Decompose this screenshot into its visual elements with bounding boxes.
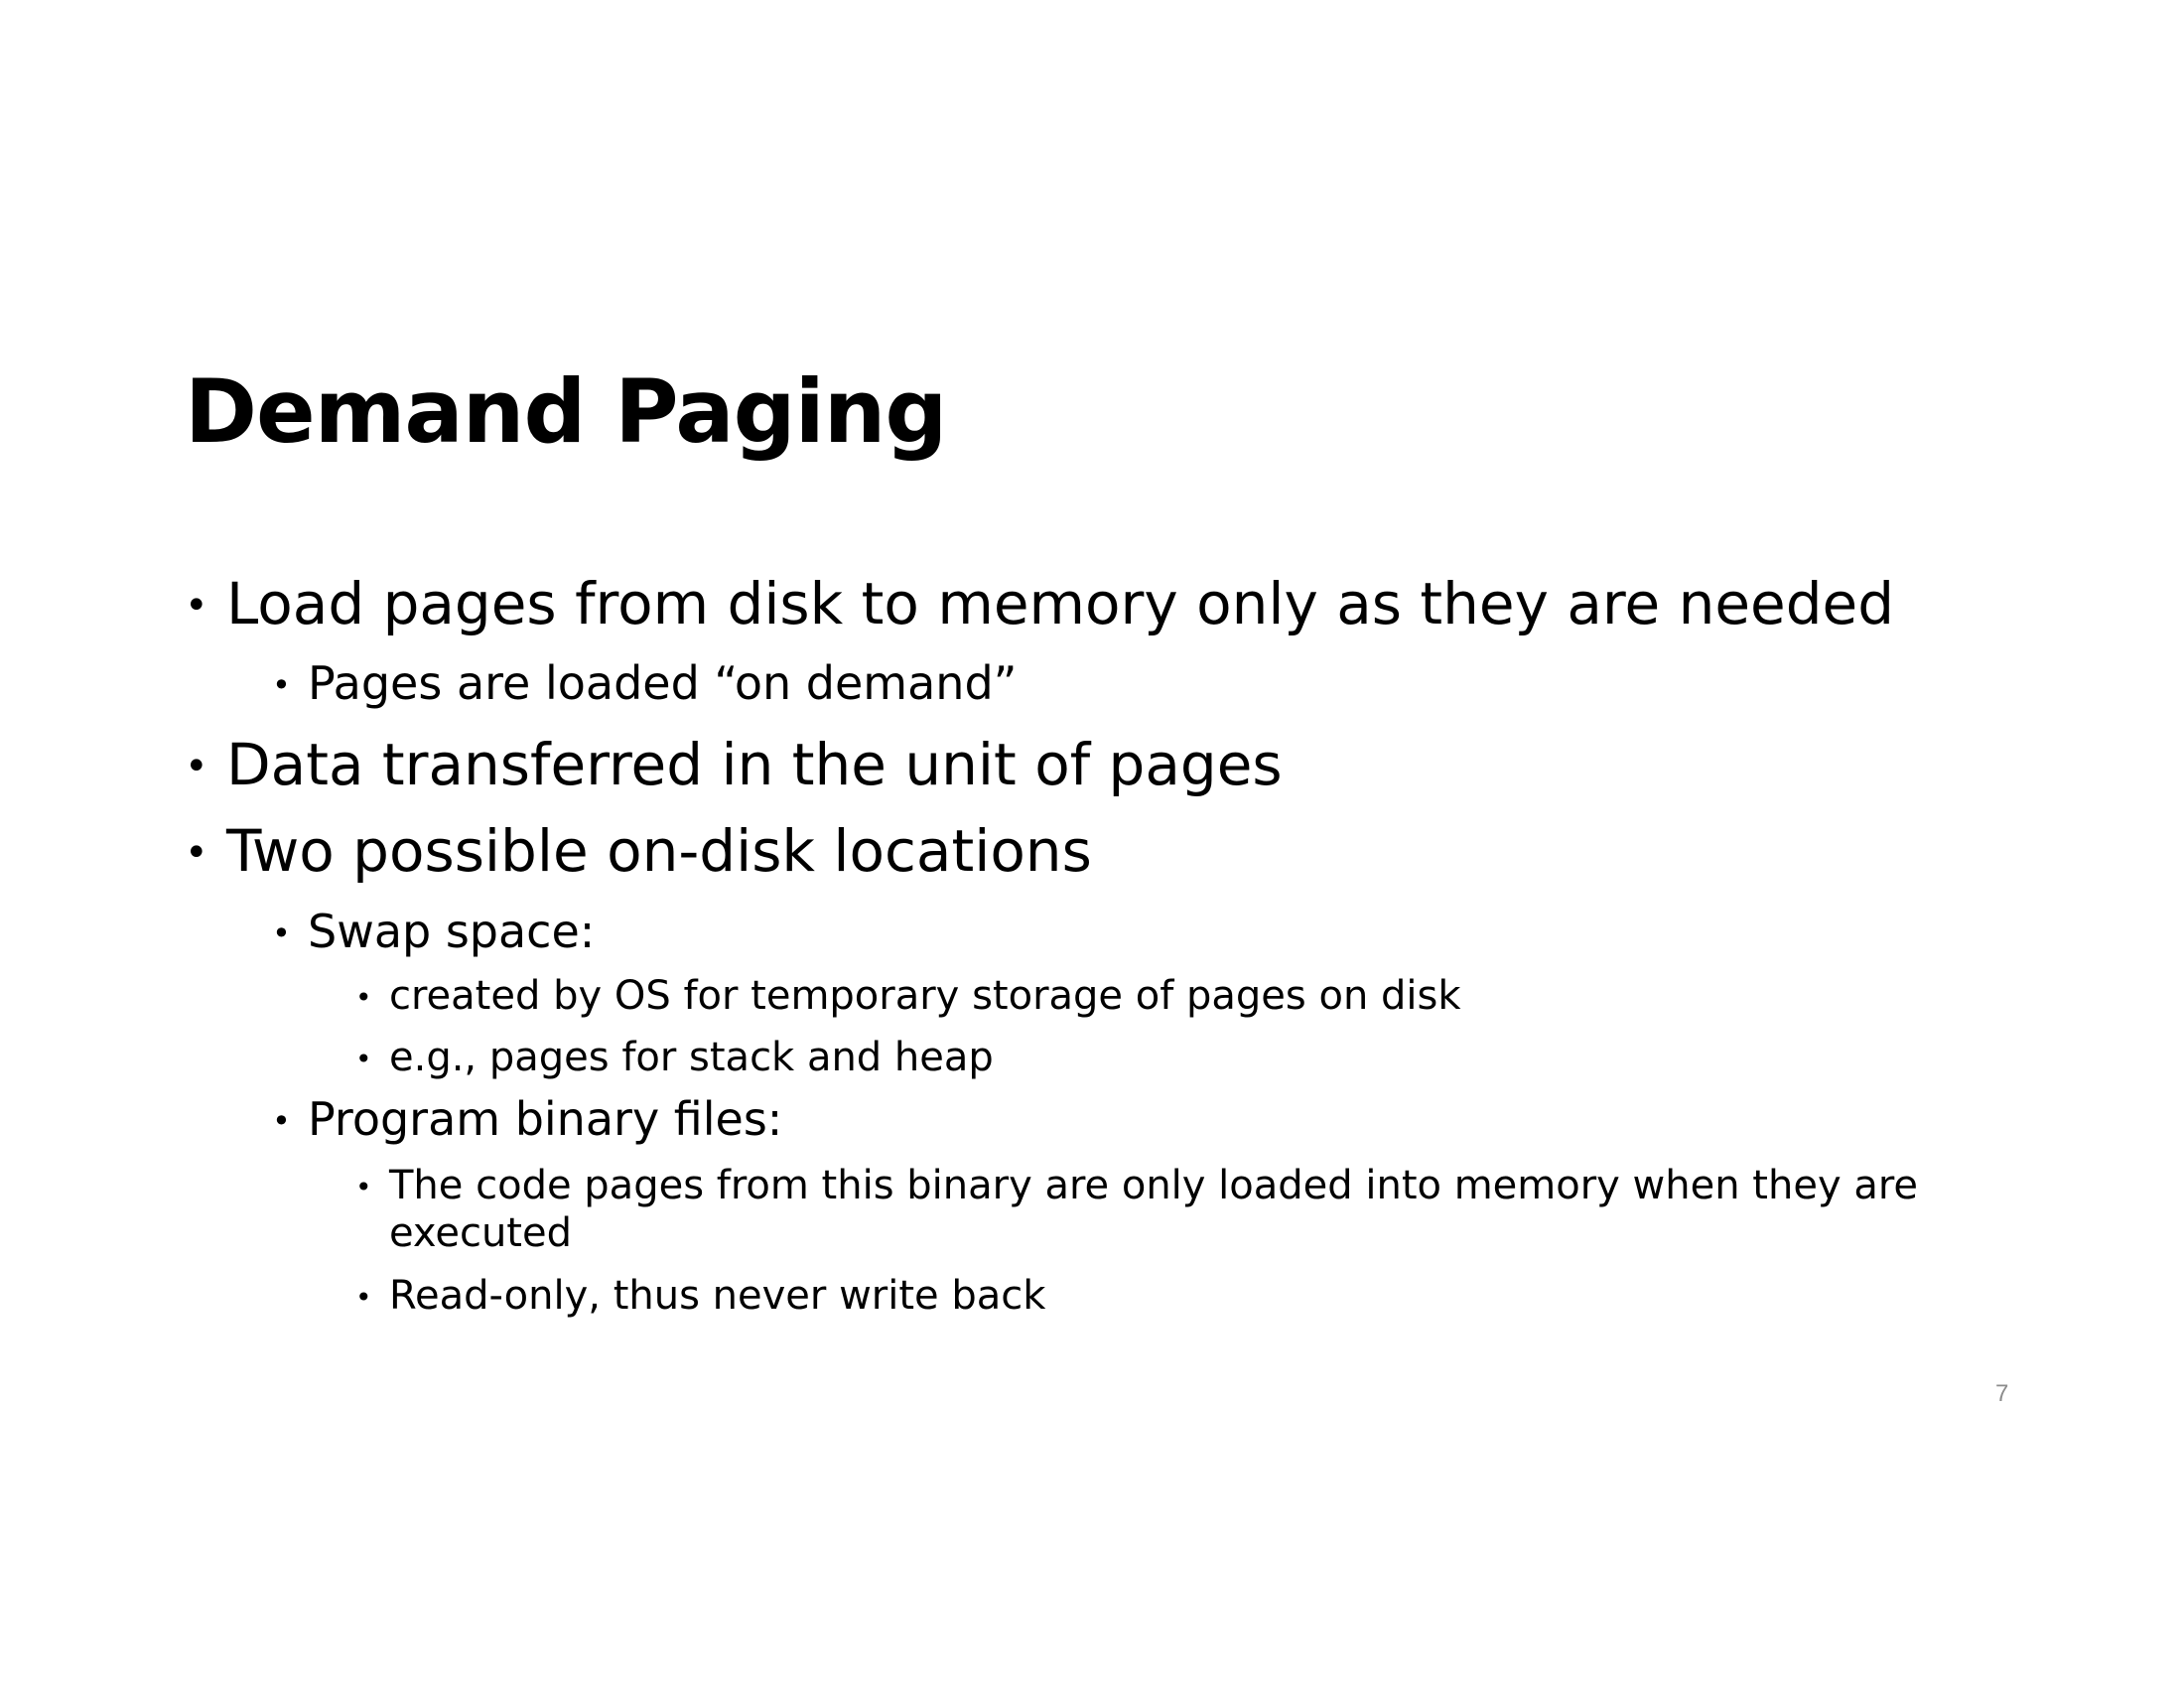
bullet-marker: • <box>272 914 291 952</box>
bullet-marker: • <box>185 830 208 876</box>
bullet-text: Pages are loaded “on demand” <box>308 656 1018 710</box>
bullet-marker: • <box>355 981 372 1014</box>
sub-bullet-item-on-demand: • Pages are loaded “on demand” <box>272 655 1018 711</box>
bullet-marker: • <box>355 1171 372 1203</box>
bullet-text: Two possible on-disk locations <box>226 817 1092 885</box>
bullet-text: Read-only, thus never write back <box>389 1273 1046 1319</box>
slide: Demand Paging • Load pages from disk to … <box>0 0 2184 1688</box>
bullet-marker: • <box>355 1281 372 1314</box>
page-number: 7 <box>1995 1380 2009 1407</box>
sub-sub-bullet-item-created-by-os: • created by OS for temporary storage of… <box>355 972 1461 1020</box>
bullet-item-two-locations: • Two possible on-disk locations <box>185 816 1092 886</box>
bullet-marker: • <box>272 666 291 704</box>
bullet-text: Swap space: <box>308 905 596 958</box>
bullet-text: Program binary files: <box>308 1092 783 1146</box>
bullet-text: Load pages from disk to memory only as t… <box>226 570 1895 637</box>
sub-sub-bullet-item-read-only: • Read-only, thus never write back <box>355 1272 1046 1320</box>
sub-bullet-item-swap-space: • Swap space: <box>272 904 596 959</box>
sub-sub-bullet-item-code-pages: • The code pages from this binary are on… <box>355 1162 1987 1257</box>
bullet-marker: • <box>185 583 208 629</box>
bullet-item-load-pages: • Load pages from disk to memory only as… <box>185 569 1895 638</box>
bullet-marker: • <box>185 744 208 789</box>
bullet-item-data-transferred: • Data transferred in the unit of pages <box>185 730 1283 799</box>
bullet-marker: • <box>272 1102 291 1140</box>
slide-title: Demand Paging <box>185 360 947 463</box>
bullet-text: Data transferred in the unit of pages <box>226 731 1283 798</box>
sub-sub-bullet-item-stack-heap: • e.g., pages for stack and heap <box>355 1034 994 1081</box>
bullet-text: The code pages from this binary are only… <box>389 1163 1919 1256</box>
bullet-marker: • <box>355 1043 372 1075</box>
bullet-text: e.g., pages for stack and heap <box>389 1035 994 1080</box>
bullet-text: created by OS for temporary storage of p… <box>389 973 1461 1019</box>
sub-bullet-item-program-binary: • Program binary files: <box>272 1091 783 1147</box>
